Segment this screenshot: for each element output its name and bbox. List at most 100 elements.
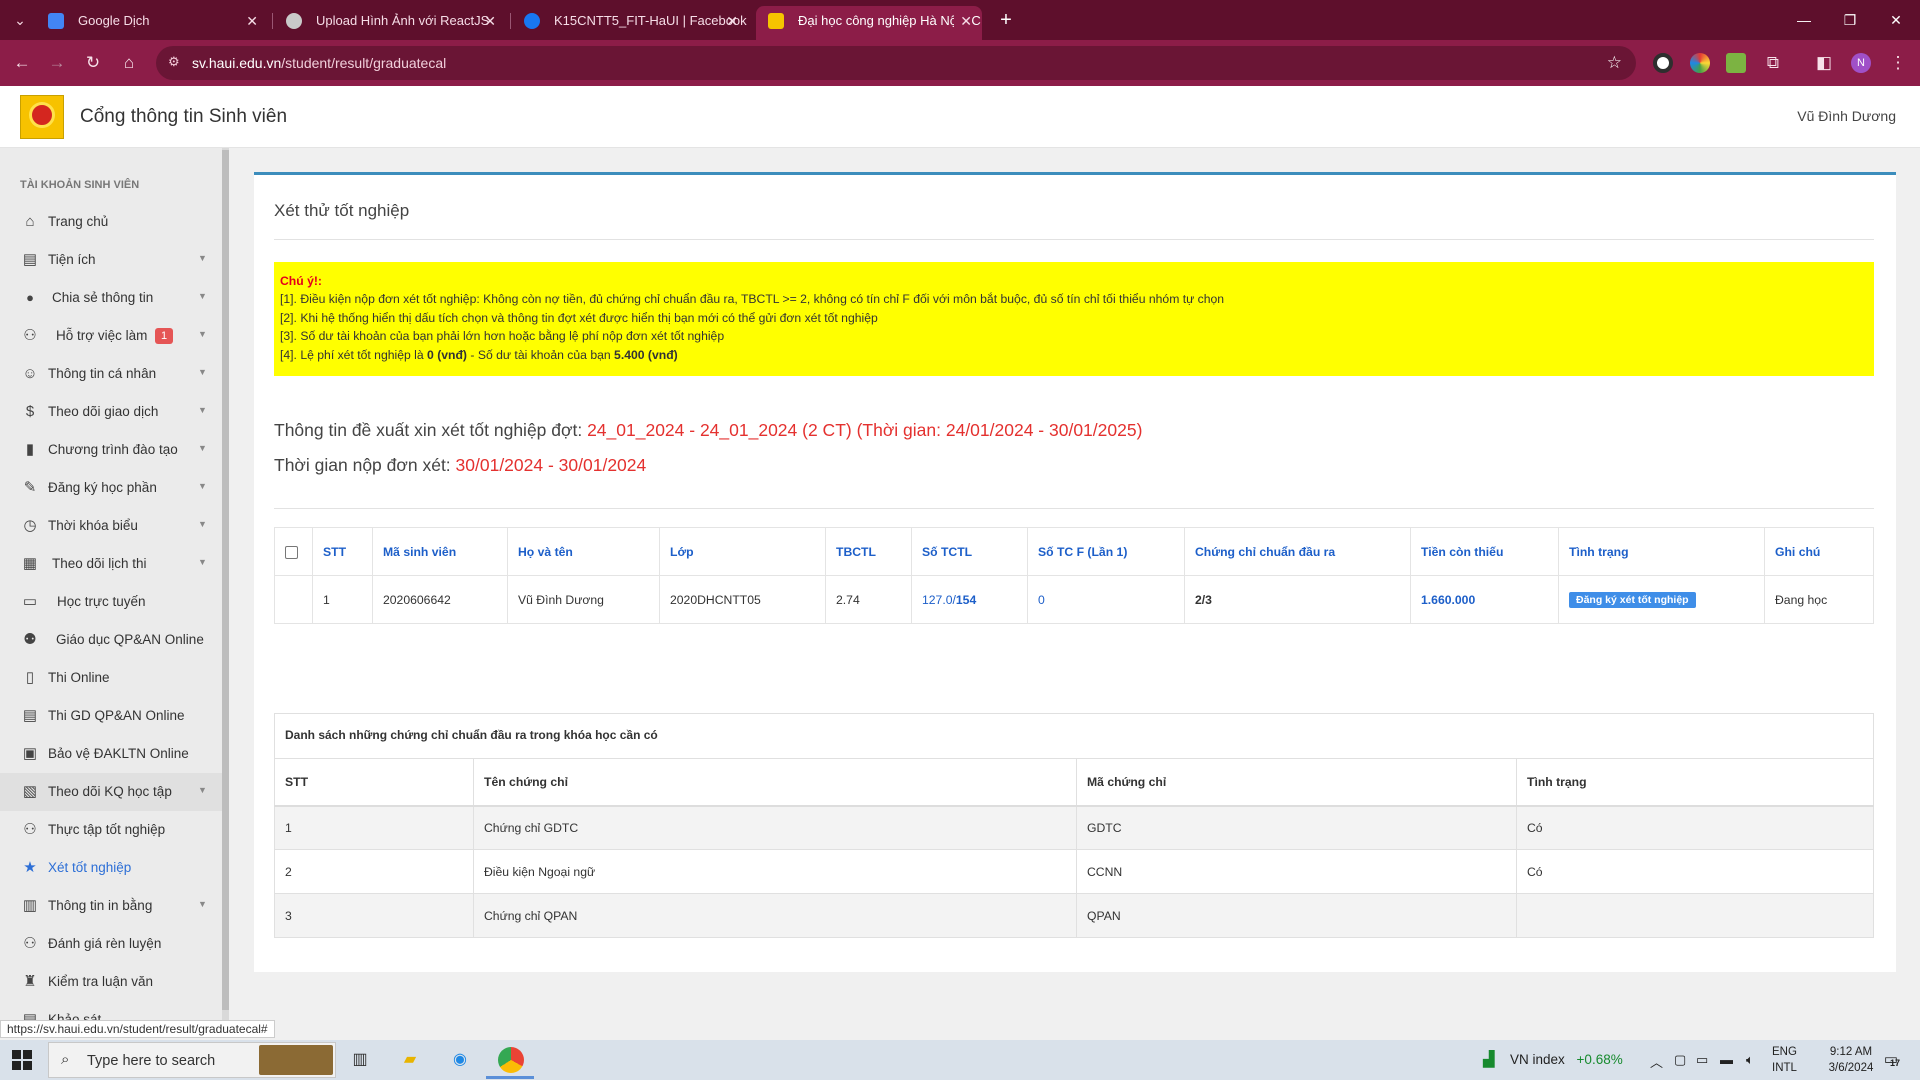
extension-color-icon[interactable] xyxy=(1690,53,1710,73)
sitemap-icon: ⚇ xyxy=(23,821,37,838)
address-bar[interactable]: ⚙ sv.haui.edu.vn/student/result/graduate… xyxy=(156,46,1636,80)
site-title[interactable]: Cổng thông tin Sinh viên xyxy=(80,106,287,128)
table-row: 3 Chứng chỉ QPAN QPAN xyxy=(274,893,1874,938)
browser-menu-icon[interactable]: ⋮ xyxy=(1886,51,1910,75)
edge-browser-icon[interactable]: ◉ xyxy=(448,1048,472,1072)
input-language[interactable]: ENG INTL xyxy=(1772,1044,1797,1076)
sidebar-item-defense-exam[interactable]: ▤ Thi GD QP&AN Online xyxy=(0,697,222,735)
sidebar-item-label: Bảo vệ ĐAKLTN Online xyxy=(48,746,189,761)
extension-compass-icon[interactable] xyxy=(1653,53,1673,73)
site-settings-icon[interactable]: ⚙ xyxy=(168,54,180,70)
sidebar-item-label: Theo dõi giao dịch xyxy=(48,404,159,419)
sidebar-item-timetable[interactable]: ◷ Thời khóa biểu ▼ xyxy=(0,507,222,545)
task-view-icon[interactable]: ▥ xyxy=(348,1048,372,1072)
select-all-checkbox[interactable] xyxy=(285,545,298,559)
windows-start-icon[interactable] xyxy=(12,1050,32,1070)
sidebar-item-online-exam[interactable]: ▯ Thi Online xyxy=(0,659,222,697)
sidebar-item-label: Xét tốt nghiệp xyxy=(48,860,132,875)
user-menu[interactable]: Vũ Đình Dương xyxy=(1797,108,1896,124)
column-header: STT xyxy=(312,527,373,576)
tab-haui-active[interactable]: Đại học công nghiệp Hà Nội - C ✕ xyxy=(756,6,982,40)
register-graduation-button[interactable]: Đăng ký xét tốt nghiệp xyxy=(1569,591,1696,608)
f-credits-link[interactable]: 0 xyxy=(1038,593,1045,607)
close-tab-icon[interactable]: ✕ xyxy=(246,6,258,36)
profile-avatar[interactable]: N xyxy=(1851,53,1871,73)
column-header: Tình trạng xyxy=(1516,758,1874,807)
chat-icon: ● xyxy=(26,290,34,305)
sidebar-scrollbar-thumb[interactable] xyxy=(222,150,229,1010)
gpa: 2.74 xyxy=(825,575,912,624)
sidebar-item-personal-info[interactable]: ☺ Thông tin cá nhân ▼ xyxy=(0,355,222,393)
show-hidden-icons-icon[interactable]: ︿ xyxy=(1650,1052,1663,1071)
close-tab-icon[interactable]: ✕ xyxy=(954,6,972,36)
tab-upload-react[interactable]: Upload Hình Ảnh với ReactJS ✕ xyxy=(274,6,506,40)
notification-badge: 1 xyxy=(155,328,173,344)
sidebar-item-thesis-check[interactable]: ♜ Kiểm tra luận văn xyxy=(0,963,222,1001)
haui-logo[interactable] xyxy=(20,95,64,139)
column-header: STT xyxy=(274,758,474,807)
sidebar-item-diploma-info[interactable]: ▥ Thông tin in bằng ▼ xyxy=(0,887,222,925)
home-icon[interactable]: ⌂ xyxy=(117,51,141,75)
tab-google-translate[interactable]: Google Dịch ✕ xyxy=(36,6,268,40)
sidebar-item-label: Kiểm tra luận văn xyxy=(48,974,154,989)
sidebar-item-transactions[interactable]: $ Theo dõi giao dịch ▼ xyxy=(0,393,222,431)
extensions-puzzle-icon[interactable]: ⧉ xyxy=(1761,51,1785,75)
close-tab-icon[interactable]: ✕ xyxy=(726,6,738,36)
sidebar-item-course-registration[interactable]: ✎ Đăng ký học phần ▼ xyxy=(0,469,222,507)
file-explorer-icon[interactable]: ▰ xyxy=(398,1048,422,1072)
sidebar-item-academic-results[interactable]: ▧ Theo dõi KQ học tập ▼ xyxy=(0,773,222,811)
minimize-window-icon[interactable]: — xyxy=(1786,8,1822,32)
reload-icon[interactable]: ↻ xyxy=(81,51,105,75)
sidebar-item-survey[interactable]: ▤ Khảo sát xyxy=(0,1001,222,1020)
meet-now-icon[interactable]: ▢ xyxy=(1674,1052,1686,1068)
haui-favicon-icon xyxy=(768,13,784,29)
sidebar-item-home[interactable]: ⌂ Trang chủ xyxy=(0,203,222,241)
chevron-down-icon: ▼ xyxy=(198,367,207,377)
tab-facebook[interactable]: K15CNTT5_FIT-HaUI | Facebook ✕ xyxy=(512,6,748,40)
sidebar-item-label: Trang chủ xyxy=(48,214,109,229)
new-tab-button[interactable]: + xyxy=(994,6,1018,34)
link-preview-status: https://sv.haui.edu.vn/student/result/gr… xyxy=(0,1020,275,1038)
network-icon[interactable]: ▭ xyxy=(1696,1052,1708,1068)
credits-done[interactable]: 127.0 xyxy=(922,593,953,607)
extension-tool-icon[interactable] xyxy=(1726,53,1746,73)
report-icon: ▧ xyxy=(22,783,38,800)
chrome-browser-icon[interactable] xyxy=(498,1047,524,1073)
notification-center-icon[interactable]: ▭ 17 xyxy=(1880,1050,1902,1070)
sidebar-item-conduct-evaluation[interactable]: ⚇ Đánh giá rèn luyện xyxy=(0,925,222,963)
close-tab-icon[interactable]: ✕ xyxy=(484,6,496,36)
battery-icon[interactable]: ▬ xyxy=(1720,1052,1733,1067)
page-favicon-icon xyxy=(286,13,302,29)
sidebar-item-graduation-review[interactable]: ★ Xét tốt nghiệp xyxy=(0,849,222,887)
close-window-icon[interactable]: ✕ xyxy=(1878,8,1914,32)
tab-search-icon[interactable]: ⌄ xyxy=(6,8,34,32)
pen-icon: ✎ xyxy=(23,479,37,496)
stock-widget[interactable]: VN index +0.68% xyxy=(1510,1052,1623,1067)
table-header-row: STT Mã sinh viên Họ và tên Lớp TBCTL Số … xyxy=(274,527,1874,576)
volume-icon[interactable]: 🔈︎ xyxy=(1746,1052,1754,1068)
sidebar-item-defense-education[interactable]: ⚉ Giáo dục QP&AN Online xyxy=(0,621,222,659)
forward-icon[interactable]: → xyxy=(45,51,69,75)
restore-window-icon[interactable]: ❐ xyxy=(1832,8,1868,32)
sidebar-item-utilities[interactable]: ▤ Tiện ích ▼ xyxy=(0,241,222,279)
taskbar-search-box[interactable]: ⌕ Type here to search xyxy=(48,1042,336,1078)
sidebar-item-label: Thời khóa biểu xyxy=(48,518,138,533)
bookmark-star-icon[interactable]: ☆ xyxy=(1607,53,1622,73)
sidebar-item-share-info[interactable]: ● Chia sẻ thông tin ▼ xyxy=(0,279,222,317)
side-panel-icon[interactable]: ◧ xyxy=(1812,51,1836,75)
chevron-down-icon: ▼ xyxy=(198,405,207,415)
row-number: 1 xyxy=(312,575,373,624)
hierarchy-icon: ⚇ xyxy=(23,935,37,952)
chevron-down-icon: ▼ xyxy=(198,557,207,567)
sidebar-item-job-support[interactable]: ⚇ Hỗ trợ việc làm 1 ▼ xyxy=(0,317,222,355)
sidebar-item-curriculum[interactable]: ▮ Chương trình đào tạo ▼ xyxy=(0,431,222,469)
back-icon[interactable]: ← xyxy=(10,51,34,75)
sidebar-item-online-learning[interactable]: ▭ Học trực tuyến xyxy=(0,583,222,621)
sidebar-item-exam-schedule[interactable]: ▦ Theo dõi lịch thi ▼ xyxy=(0,545,222,583)
sidebar-item-label: Giáo dục QP&AN Online xyxy=(56,632,204,647)
sidebar-item-internship[interactable]: ⚇ Thực tập tốt nghiệp xyxy=(0,811,222,849)
tab-title: Upload Hình Ảnh với ReactJS xyxy=(316,13,490,28)
column-header: Tên chứng chỉ xyxy=(473,758,1077,807)
proposal-period: 24_01_2024 - 24_01_2024 (2 CT) (Thời gia… xyxy=(587,420,1143,440)
sidebar-item-thesis-defense[interactable]: ▣ Bảo vệ ĐAKLTN Online xyxy=(0,735,222,773)
